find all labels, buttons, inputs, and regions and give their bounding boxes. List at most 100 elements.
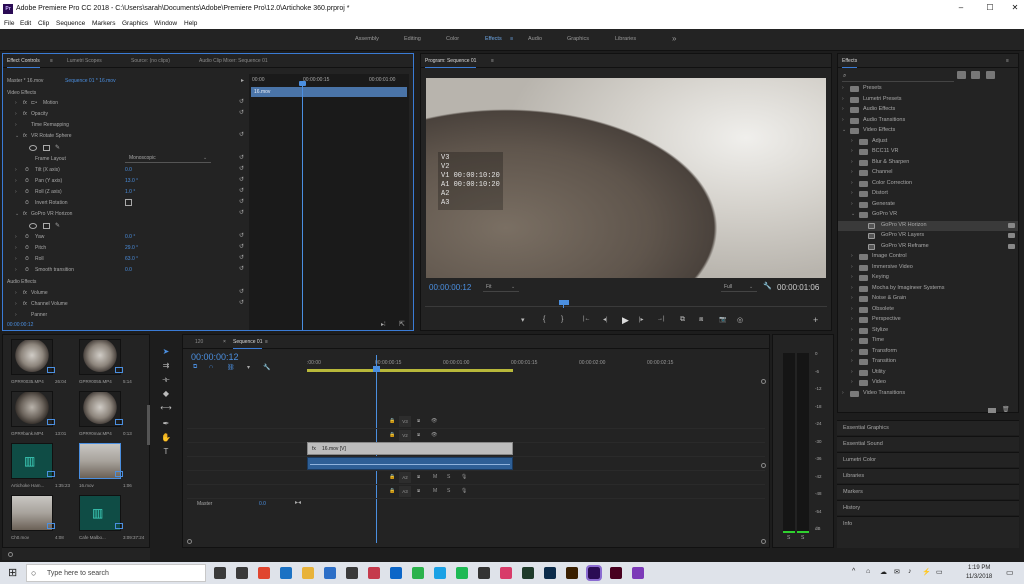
tab-menu-icon[interactable]: ≡ <box>265 339 268 345</box>
effects-tree-item[interactable]: › Video <box>838 378 1018 389</box>
tab-sequence-120[interactable]: 120 <box>195 339 203 345</box>
effect-controls-timecode[interactable]: 00:00:00:12 <box>7 322 33 328</box>
expand-chevron-icon[interactable]: › <box>15 167 17 173</box>
expand-chevron-icon[interactable]: › <box>15 312 17 318</box>
reset-icon[interactable]: ↺ <box>239 98 244 105</box>
audio-clip[interactable] <box>307 457 513 470</box>
go-to-in-icon[interactable]: |← <box>583 316 591 322</box>
tab-effect-controls[interactable]: Effect Controls <box>7 58 40 68</box>
roll-z-value[interactable]: 1.0 ° <box>125 189 135 195</box>
quality-dropdown[interactable]: Full ⌄ <box>721 282 757 292</box>
panel-info[interactable]: Info <box>837 516 1019 548</box>
menu-edit[interactable]: Edit <box>20 20 31 27</box>
chevron-right-icon[interactable]: › <box>851 169 853 175</box>
workspace-audio[interactable]: Audio <box>528 36 542 42</box>
panel-libraries[interactable]: Libraries <box>837 468 1019 483</box>
play-only-icon[interactable]: ▸ <box>241 77 244 84</box>
mini-playhead-handle[interactable] <box>299 81 306 86</box>
export-frame-icon[interactable]: ⇱ <box>399 320 405 328</box>
tab-audio-clip-mixer[interactable]: Audio Clip Mixer: Sequence 01 <box>199 58 268 64</box>
mail-icon[interactable] <box>324 567 336 579</box>
skype-icon[interactable] <box>434 567 446 579</box>
expand-chevron-icon[interactable]: › <box>15 245 17 251</box>
reset-icon[interactable]: ↺ <box>239 109 244 116</box>
voiceover-mic-icon[interactable]: 🎙 <box>461 488 467 494</box>
close-tab-icon[interactable]: × <box>223 339 226 345</box>
roll-value[interactable]: 63.0 ° <box>125 256 138 262</box>
photoshop-icon[interactable] <box>544 567 556 579</box>
stopwatch-icon[interactable]: ⏱ <box>25 245 29 251</box>
add-marker-icon[interactable]: ▾ <box>521 316 525 324</box>
stopwatch-icon[interactable]: ⏱ <box>25 234 29 240</box>
effects-tree-item[interactable]: › Immersive Video <box>838 263 1018 274</box>
extract-icon[interactable]: ⧈ <box>699 316 703 324</box>
fx-icon[interactable]: fx <box>23 290 27 296</box>
tray-icon[interactable]: ♪ <box>908 568 912 575</box>
chevron-right-icon[interactable]: › <box>851 316 853 322</box>
stopwatch-icon[interactable]: ⏱ <box>25 200 29 206</box>
ellipse-mask-icon[interactable] <box>29 145 37 151</box>
menu-markers[interactable]: Markers <box>92 20 115 27</box>
reset-icon[interactable]: ↺ <box>239 176 244 183</box>
slip-tool-icon[interactable]: ⟷ <box>160 402 172 414</box>
clip-bar[interactable]: 16.mov <box>251 87 407 97</box>
program-scrubber[interactable] <box>425 300 827 308</box>
misc-icon[interactable] <box>632 567 644 579</box>
close-button[interactable]: ✕ <box>1010 3 1020 15</box>
invert-rotation-checkbox[interactable] <box>125 199 132 206</box>
reset-icon[interactable]: ↺ <box>239 288 244 295</box>
effects-tree-item[interactable]: ⌄ GoPro VR <box>838 210 1018 221</box>
tray-icon[interactable]: ⌂ <box>866 568 870 575</box>
go-to-out-icon[interactable]: →| <box>657 316 665 322</box>
stopwatch-icon[interactable]: ⏱ <box>25 178 29 184</box>
effect-controls-timeline[interactable]: 00:00 00:00:00:15 00:00:01:00 16.mov <box>249 74 409 330</box>
ripple-edit-tool-icon[interactable]: ⟛ <box>160 374 172 386</box>
effects-tree-item[interactable]: › Image Control <box>838 252 1018 263</box>
selection-tool-icon[interactable]: ➤ <box>160 346 172 358</box>
chevron-right-icon[interactable]: › <box>851 253 853 259</box>
effects-tree-item[interactable]: › Generate <box>838 200 1018 211</box>
effects-tree-item[interactable]: › Blur & Sharpen <box>838 158 1018 169</box>
effects-tree-item[interactable]: › Stylize <box>838 326 1018 337</box>
store-icon[interactable] <box>346 567 358 579</box>
panel-lumetri-color[interactable]: Lumetri Color <box>837 452 1019 467</box>
type-tool-icon[interactable]: T <box>160 446 172 458</box>
step-forward-icon[interactable]: |▸ <box>639 316 644 323</box>
spotify-icon[interactable] <box>456 567 468 579</box>
effects-tree-item[interactable]: › Distort <box>838 189 1018 200</box>
mute-icon[interactable]: M <box>433 474 437 480</box>
panel-history[interactable]: History <box>837 500 1019 515</box>
reset-icon[interactable]: ↺ <box>239 187 244 194</box>
vr-video-icon[interactable]: ◎ <box>737 316 743 324</box>
rectangle-mask-icon[interactable] <box>43 145 50 151</box>
chevron-right-icon[interactable]: › <box>851 148 853 154</box>
explorer-icon[interactable] <box>302 567 314 579</box>
minimize-button[interactable]: ‒ <box>956 3 966 15</box>
zoom-out-handle[interactable] <box>187 539 192 544</box>
chevron-right-icon[interactable]: › <box>851 337 853 343</box>
sync-lock-icon[interactable]: ⧈ <box>417 488 420 494</box>
effects-tree-item[interactable]: › Obsolete <box>838 305 1018 316</box>
vscroll-bottom-handle[interactable] <box>761 463 766 468</box>
workspace-graphics[interactable]: Graphics <box>567 36 589 42</box>
collapse-chevron-icon[interactable]: ⌄ <box>15 211 19 217</box>
add-marker-icon[interactable]: ▾ <box>247 364 250 371</box>
pan-value[interactable]: 13.0 ° <box>125 178 138 184</box>
program-video-frame[interactable]: V3 V2 V1 00:00:10:20 A1 00:00:10:20 A2 A… <box>426 78 826 278</box>
edge-icon[interactable] <box>280 567 292 579</box>
fx-icon[interactable]: fx <box>23 111 27 117</box>
reset-icon[interactable]: ↺ <box>239 265 244 272</box>
chevron-right-icon[interactable]: › <box>851 138 853 144</box>
lift-icon[interactable]: ⧉ <box>680 316 685 324</box>
effects-tree-item[interactable]: GoPro VR Layers <box>838 231 1018 242</box>
tab-menu-icon[interactable]: ≡ <box>491 58 494 64</box>
fx-icon[interactable]: fx <box>23 133 27 139</box>
bin-scrollbar[interactable] <box>147 405 150 445</box>
expand-chevron-icon[interactable]: › <box>15 234 17 240</box>
tray-icon[interactable]: ⚡ <box>922 568 931 576</box>
step-back-icon[interactable]: ◂| <box>603 316 608 323</box>
chevron-right-icon[interactable]: › <box>851 295 853 301</box>
effects-tree-item[interactable]: › Color Correction <box>838 179 1018 190</box>
track-select-tool-icon[interactable]: ⇉ <box>160 360 172 372</box>
fx-icon[interactable]: fx <box>23 211 27 217</box>
